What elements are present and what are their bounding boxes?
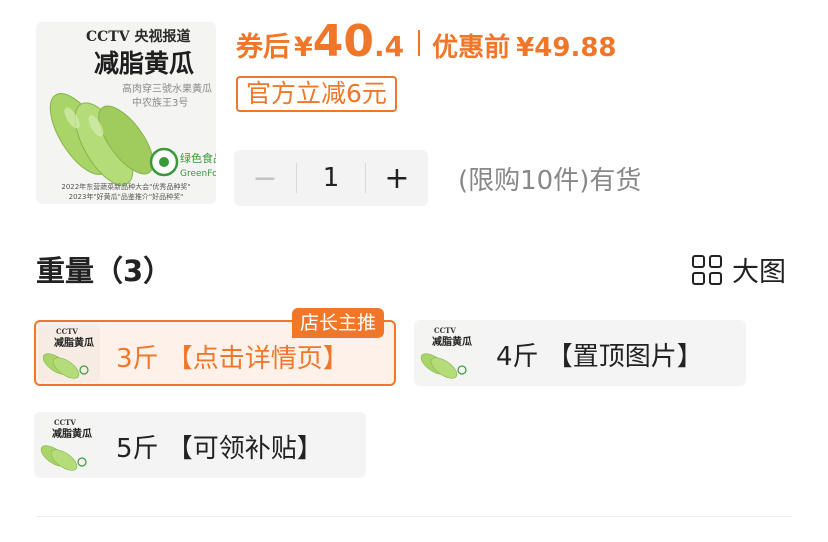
quantity-value[interactable]: 1 <box>297 163 365 193</box>
quantity-stepper: − 1 + <box>234 150 428 206</box>
svg-text:减脂黄瓜: 减脂黄瓜 <box>54 336 94 349</box>
price-divider <box>418 30 421 56</box>
increase-button[interactable]: + <box>366 150 428 206</box>
decrease-button[interactable]: − <box>234 150 296 206</box>
green-food-label: 绿色食品GreenFood <box>180 152 216 179</box>
svg-text:减脂黄瓜: 减脂黄瓜 <box>432 335 472 348</box>
stock-status: (限购10件)有货 <box>458 166 642 196</box>
original-price: ¥49.88 <box>516 33 617 63</box>
coupon-badge: 官方立减6元 <box>236 76 397 112</box>
section-divider <box>36 516 792 517</box>
price-integer: 40 <box>312 16 375 67</box>
svg-text:CCTV: CCTV <box>56 327 78 336</box>
product-image[interactable]: CCTV 央视报道 减脂黄瓜 高肉穿三號水果黃瓜 中农族王3号 绿色食品Gree… <box>36 22 216 204</box>
weight-option-5jin[interactable]: CCTV 减脂黄瓜 5斤 【可领补贴】 <box>34 412 366 478</box>
price-decimal: .4 <box>374 30 405 63</box>
option-thumbnail: CCTV 减脂黄瓜 <box>416 322 478 384</box>
after-coupon-label: 券后 <box>236 32 290 63</box>
option-thumbnail: CCTV 减脂黄瓜 <box>36 414 98 476</box>
svg-text:CCTV: CCTV <box>54 418 76 427</box>
recommended-badge: 店长主推 <box>292 308 385 338</box>
price-row: 券后 ¥ 40 .4 优惠前 ¥49.88 <box>236 16 617 72</box>
original-price-label: 优惠前 <box>432 33 511 63</box>
svg-text:CCTV: CCTV <box>434 326 456 335</box>
weight-option-4jin[interactable]: CCTV 减脂黄瓜 4斤 【置顶图片】 <box>414 320 746 386</box>
big-image-toggle[interactable]: 大图 <box>692 250 786 289</box>
grid-icon <box>692 254 722 285</box>
price-currency: ¥ <box>294 32 313 63</box>
option-thumbnail: CCTV 减脂黄瓜 <box>38 324 100 382</box>
weight-section-title: 重量（3） <box>36 254 173 288</box>
weight-option-label: 3斤 【点击详情页】 <box>116 344 349 374</box>
svg-text:减脂黄瓜: 减脂黄瓜 <box>52 427 92 440</box>
award-text-2: 2023年"好黄瓜"品鉴推介"好品种奖" <box>68 193 184 201</box>
weight-option-label: 4斤 【置顶图片】 <box>496 342 703 372</box>
weight-option-label: 5斤 【可领补贴】 <box>116 434 323 464</box>
big-image-label: 大图 <box>732 257 786 288</box>
award-text-1: 2022年东营蔬菜新品种大会"优秀品种奖" <box>61 183 191 191</box>
